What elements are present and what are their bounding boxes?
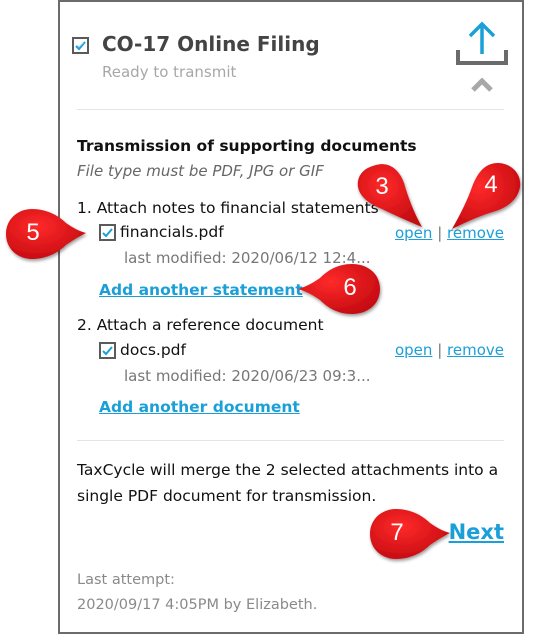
item-2-label: 2. Attach a reference document [77, 316, 324, 334]
callout-6: 6 [292, 260, 392, 320]
item-2-modified: last modified: 2020/06/23 09:3... [124, 367, 371, 385]
filing-checkbox[interactable] [72, 37, 89, 54]
item-2-file-row: docs.pdf [99, 341, 186, 359]
file-checkbox[interactable] [99, 341, 116, 359]
callout-5: 5 [2, 205, 92, 265]
callout-number: 4 [484, 171, 498, 198]
last-attempt-value: 2020/09/17 4:05PM by Elizabeth. [77, 597, 318, 613]
item-1-file-row: financials.pdf [99, 223, 224, 241]
item-2-actions: open | remove [395, 341, 504, 359]
remove-link[interactable]: remove [447, 341, 504, 359]
callout-number: 6 [343, 274, 357, 301]
last-attempt-label: Last attempt: [77, 572, 175, 588]
add-another-document-link[interactable]: Add another document [99, 398, 300, 416]
callout-number: 5 [26, 219, 40, 246]
add-another-statement-link[interactable]: Add another statement [99, 281, 303, 299]
section-title: Transmission of supporting documents [77, 137, 417, 155]
file-name: docs.pdf [120, 341, 186, 359]
callout-7: 7 [366, 505, 456, 565]
open-link[interactable]: open [395, 341, 432, 359]
item-1-label: 1. Attach notes to financial statements [77, 199, 379, 217]
divider [77, 440, 504, 441]
upload-icon[interactable] [453, 20, 511, 68]
callout-3: 3 [350, 157, 430, 247]
checkmark-icon [102, 227, 113, 237]
checkmark-icon [75, 41, 86, 51]
merge-message: TaxCycle will merge the 2 selected attac… [77, 461, 499, 505]
separator: | [437, 341, 443, 359]
callout-number: 3 [375, 173, 389, 200]
chevron-up-icon[interactable] [471, 78, 493, 92]
filing-title: CO-17 Online Filing [102, 32, 320, 56]
file-name: financials.pdf [120, 223, 224, 241]
callout-number: 7 [390, 519, 404, 546]
divider [77, 109, 504, 110]
next-link[interactable]: Next [449, 520, 504, 544]
section-hint: File type must be PDF, JPG or GIF [77, 162, 324, 180]
filing-status: Ready to transmit [102, 63, 237, 81]
checkmark-icon [102, 345, 113, 355]
callout-4: 4 [440, 157, 530, 247]
file-checkbox[interactable] [99, 223, 116, 241]
